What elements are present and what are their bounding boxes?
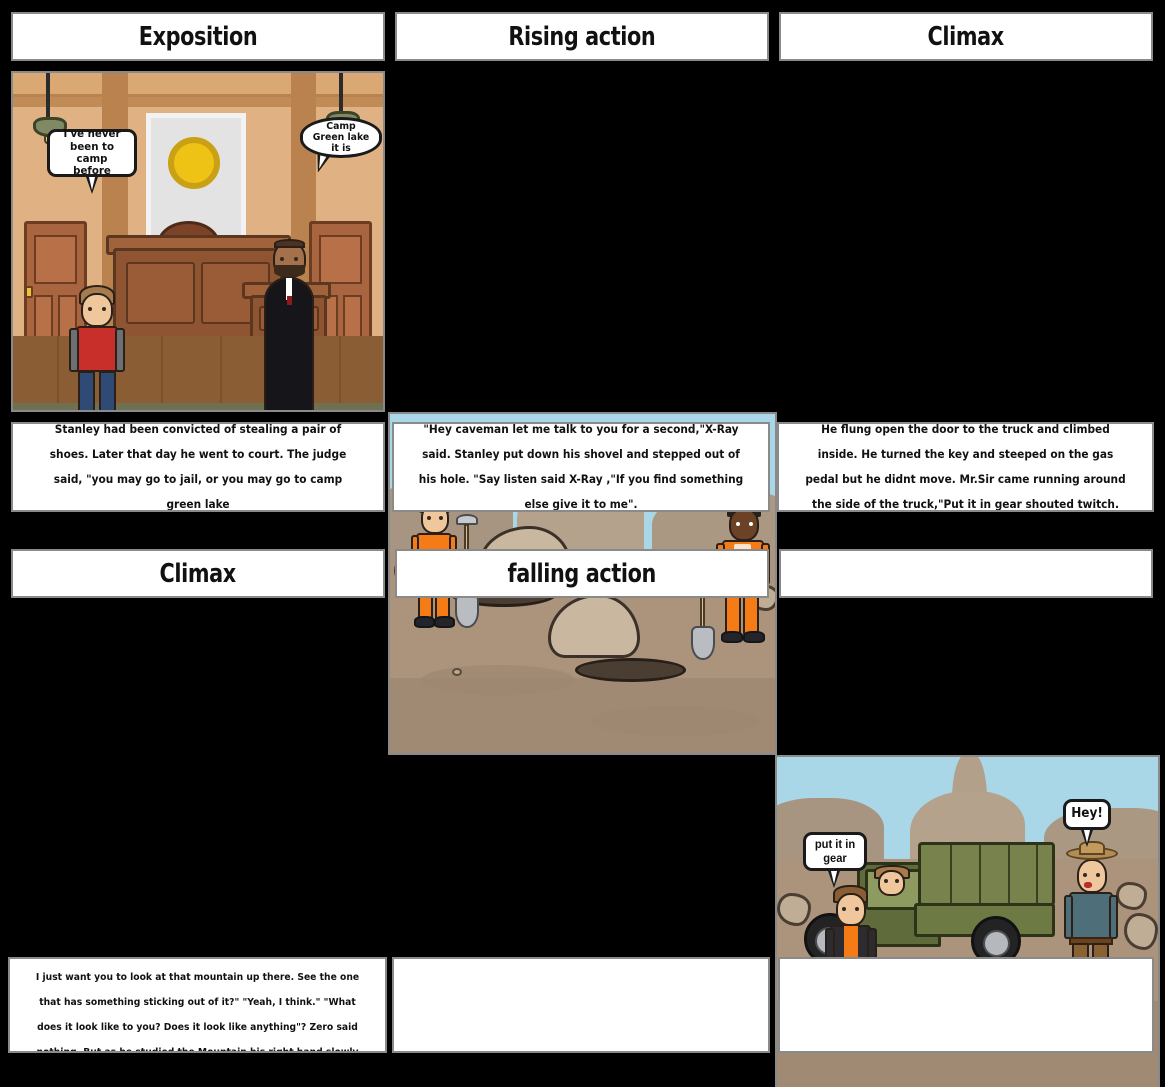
panel-title-box-4[interactable]: Climax: [11, 549, 385, 598]
panel-title-box-5[interactable]: falling action: [395, 549, 769, 598]
speech-bubble-judge-1: Camp Green lake it is: [300, 117, 382, 158]
panel-caption-3: He flung open the door to the truck and …: [805, 422, 1126, 511]
speech-bubble-text: Camp Green lake it is: [312, 120, 370, 155]
wall-moulding-band: [13, 96, 383, 107]
panel-title-box-3[interactable]: Climax: [779, 12, 1153, 61]
pebble-1: [451, 668, 462, 677]
panel-caption-2: "Hey caveman let me talk to you for a se…: [418, 422, 744, 511]
panel-title-box-2[interactable]: Rising action: [395, 12, 769, 61]
speech-bubble-stanley-1: I've never been to camp before: [47, 127, 137, 178]
speech-bubble-text: put it in gear: [814, 837, 856, 865]
panel-caption-box-3[interactable]: He flung open the door to the truck and …: [777, 422, 1154, 512]
speech-bubble-text: I've never been to camp before: [63, 127, 121, 178]
panel-title-2: Rising action: [508, 21, 656, 52]
ceiling-lamp-cord-right: [338, 73, 343, 115]
truck-canopy: [917, 841, 1056, 907]
ground-shadow-1: [420, 664, 575, 696]
panel-title-3: Climax: [927, 21, 1005, 52]
panel-caption-1: Stanley had been convicted of stealing a…: [49, 422, 347, 511]
dug-hole-right: [574, 658, 687, 682]
panel-caption-box-1[interactable]: Stanley had been convicted of stealing a…: [11, 422, 385, 512]
panel-title-4: Climax: [159, 558, 237, 589]
panel-title-box-6[interactable]: [779, 549, 1153, 598]
panel-title-1: Exposition: [138, 21, 258, 52]
speech-bubble-mr-sir: Hey!: [1063, 799, 1111, 830]
character-judge: [260, 239, 322, 410]
panel-caption-box-6[interactable]: [778, 957, 1154, 1053]
ground-shadow-2: [590, 705, 760, 737]
panel-caption-4: I just want you to look at that mountain…: [35, 972, 360, 1053]
speech-bubble-tail-mr-sir: [1080, 826, 1094, 847]
ceiling-lamp-cord-left: [46, 73, 51, 121]
storyboard-canvas: Exposition I've never been to camp befor…: [0, 0, 1165, 1087]
speech-bubble-tail-twitch: [827, 867, 841, 888]
wall-moulding-top: [13, 73, 383, 97]
speech-bubble-twitch: put it in gear: [803, 832, 867, 871]
speech-bubble-text: Hey!: [1071, 806, 1103, 822]
panel-artwork-1[interactable]: I've never been to camp before Camp Gree…: [11, 71, 385, 412]
panel-caption-box-4[interactable]: I just want you to look at that mountain…: [8, 957, 387, 1053]
panel-title-5: falling action: [507, 558, 657, 589]
panel-title-box-1[interactable]: Exposition: [11, 12, 385, 61]
panel-caption-box-2[interactable]: "Hey caveman let me talk to you for a se…: [392, 422, 770, 512]
truck-hubcap-front: [982, 929, 1010, 957]
panel-caption-box-5[interactable]: [392, 957, 770, 1053]
shovel-blade-right: [691, 626, 715, 660]
shovel-blade-left: [455, 594, 479, 628]
character-stanley-courtroom: [69, 285, 131, 410]
